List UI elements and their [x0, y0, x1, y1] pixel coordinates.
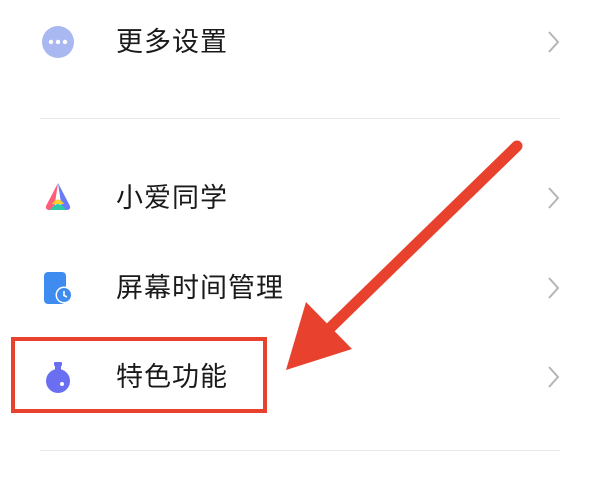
settings-item-xiaoai[interactable]: 小爱同学 [0, 158, 600, 238]
settings-item-label: 小爱同学 [116, 182, 228, 214]
settings-item-screen-time[interactable]: 屏幕时间管理 [0, 248, 600, 328]
settings-item-label: 更多设置 [116, 26, 228, 58]
screen-time-icon [40, 270, 76, 306]
settings-item-more-settings[interactable]: 更多设置 [0, 2, 600, 82]
more-dots-icon [40, 24, 76, 60]
chevron-right-icon [548, 366, 560, 388]
divider [40, 118, 560, 119]
xiaoai-assistant-icon [40, 180, 76, 216]
settings-item-label: 特色功能 [116, 361, 228, 393]
chevron-right-icon [548, 187, 560, 209]
chevron-right-icon [548, 277, 560, 299]
settings-screen: 更多设置 小爱同学 屏幕时间管理 特色功能 [0, 0, 600, 500]
settings-item-label: 屏幕时间管理 [116, 272, 284, 304]
divider [40, 450, 560, 451]
chevron-right-icon [548, 31, 560, 53]
settings-item-special-features[interactable]: 特色功能 [0, 337, 600, 417]
flask-icon [40, 359, 76, 395]
